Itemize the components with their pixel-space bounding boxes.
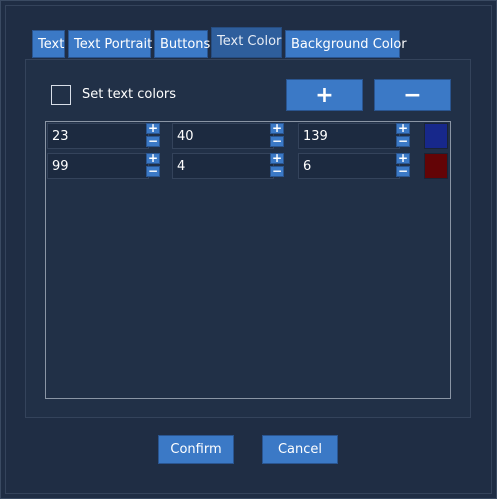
decrement-button[interactable]: − xyxy=(146,135,160,147)
confirm-button[interactable]: Confirm xyxy=(158,435,234,464)
red-stepper: + − xyxy=(146,122,162,149)
blue-stepper: + − xyxy=(396,122,412,149)
blue-value-input[interactable]: 6 xyxy=(298,153,400,179)
increment-button[interactable]: + xyxy=(396,152,410,164)
increment-button[interactable]: + xyxy=(146,152,160,164)
remove-color-button[interactable]: − xyxy=(374,79,451,111)
decrement-button[interactable]: − xyxy=(396,165,410,177)
green-stepper: + − xyxy=(270,152,286,179)
decrement-button[interactable]: − xyxy=(146,165,160,177)
color-swatch[interactable] xyxy=(424,153,448,179)
decrement-button[interactable]: − xyxy=(396,135,410,147)
tab-text[interactable]: Text xyxy=(32,30,65,58)
red-value-input[interactable]: 99 xyxy=(47,153,149,179)
red-value-input[interactable]: 23 xyxy=(47,123,149,149)
red-stepper: + − xyxy=(146,152,162,179)
tab-background-color[interactable]: Background Color xyxy=(285,30,407,58)
cancel-button[interactable]: Cancel xyxy=(262,435,338,464)
green-value-input[interactable]: 4 xyxy=(172,153,274,179)
set-text-colors-checkbox[interactable] xyxy=(51,85,71,105)
color-swatch[interactable] xyxy=(424,123,448,149)
increment-button[interactable]: + xyxy=(270,122,284,134)
green-value-input[interactable]: 40 xyxy=(172,123,274,149)
tab-buttons[interactable]: Buttons xyxy=(154,30,210,58)
color-row: 23 + − 40 + − 139 + − xyxy=(46,122,450,150)
decrement-button[interactable]: − xyxy=(270,165,284,177)
increment-button[interactable]: + xyxy=(270,152,284,164)
color-row: 99 + − 4 + − 6 + − xyxy=(46,152,450,180)
decrement-button[interactable]: − xyxy=(270,135,284,147)
set-text-colors-label: Set text colors xyxy=(82,87,177,102)
add-color-button[interactable]: + xyxy=(286,79,363,111)
green-stepper: + − xyxy=(270,122,286,149)
color-list: 23 + − 40 + − 139 + − 99 + − 4 + − 6 + − xyxy=(45,121,451,399)
increment-button[interactable]: + xyxy=(396,122,410,134)
blue-stepper: + − xyxy=(396,152,412,179)
blue-value-input[interactable]: 139 xyxy=(298,123,400,149)
tab-text-portrait[interactable]: Text Portrait xyxy=(68,30,152,58)
tab-text-color[interactable]: Text Color xyxy=(211,27,282,58)
increment-button[interactable]: + xyxy=(146,122,160,134)
